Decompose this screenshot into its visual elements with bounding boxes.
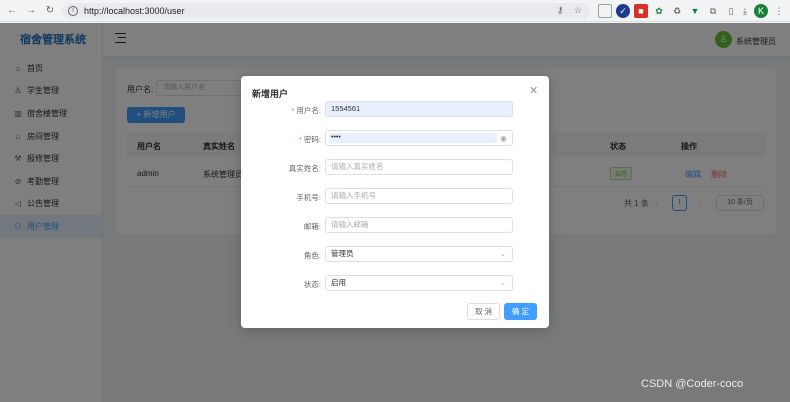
sidebar-panel-icon[interactable]: ▯ — [724, 4, 738, 18]
password-label-text: 密码: — [303, 135, 321, 144]
url-text: http://localhost:3000/user — [84, 6, 185, 16]
extension-gear-icon[interactable]: ✿ — [652, 4, 666, 18]
forward-icon[interactable]: → — [24, 4, 38, 18]
required-mark: * — [291, 106, 295, 115]
extension-red-icon[interactable]: ■ — [634, 4, 648, 18]
chevron-down-icon: ⌄ — [500, 251, 506, 258]
add-user-dialog: 新增用户 ✕ * 用户名: 1554561 * 密码: •••• ◉ 真实姓名: 请… — [241, 76, 549, 328]
extension-recycle-icon[interactable]: ♻ — [670, 4, 684, 18]
address-bar[interactable]: i http://localhost:3000/user ⚷ ☆ — [62, 3, 590, 19]
key-icon[interactable]: ⚷ — [557, 5, 564, 15]
email-label: 邮箱: — [303, 222, 321, 231]
close-icon[interactable]: ✕ — [529, 84, 538, 97]
extension-check-icon[interactable]: ✓ — [616, 4, 630, 18]
cancel-button[interactable]: 取 消 — [467, 303, 500, 320]
extension-icon[interactable] — [598, 4, 612, 18]
form-row-role: 角色: 管理员 ⌄ — [241, 246, 549, 262]
form-row-username: * 用户名: 1554561 — [241, 101, 549, 117]
more-icon[interactable]: ⋮ — [772, 4, 786, 18]
form-row-realname: 真实姓名: 请输入真实姓名 — [241, 159, 549, 175]
password-value: •••• — [329, 133, 497, 143]
username-label: * 用户名: — [291, 105, 321, 116]
watermark: CSDN @Coder-coco — [641, 378, 744, 390]
status-select[interactable]: 启用 ⌄ — [325, 275, 513, 291]
realname-label: 真实姓名: — [288, 164, 321, 173]
role-label: 角色: — [303, 251, 321, 260]
dialog-title: 新增用户 — [252, 89, 289, 99]
chevron-down-icon: ⌄ — [500, 280, 506, 287]
browser-toolbar: ← → ↻ i http://localhost:3000/user ⚷ ☆ ✓… — [0, 0, 790, 22]
download-icon[interactable]: ⤓ — [738, 4, 752, 18]
form-row-status: 状态: 启用 ⌄ — [241, 275, 549, 291]
email-field[interactable]: 请输入邮箱 — [325, 217, 513, 233]
status-label: 状态: — [303, 280, 321, 289]
omnibox-actions: ⚷ ☆ — [549, 5, 582, 16]
form-row-password: * 密码: •••• ◉ — [241, 130, 549, 146]
star-icon[interactable]: ☆ — [574, 5, 582, 15]
confirm-button[interactable]: 确 定 — [504, 303, 537, 320]
site-info-icon[interactable]: i — [68, 6, 78, 16]
username-field[interactable]: 1554561 — [325, 101, 513, 117]
role-value: 管理员 — [331, 249, 354, 258]
password-field[interactable]: •••• ◉ — [325, 130, 513, 146]
back-icon[interactable]: ← — [5, 4, 19, 18]
profile-avatar[interactable]: K — [754, 4, 768, 18]
realname-field[interactable]: 请输入真实姓名 — [325, 159, 513, 175]
role-select[interactable]: 管理员 ⌄ — [325, 246, 513, 262]
phone-field[interactable]: 请输入手机号 — [325, 188, 513, 204]
password-label: * 密码: — [299, 134, 321, 145]
username-label-text: 用户名: — [296, 106, 321, 115]
phone-label: 手机号: — [296, 193, 321, 202]
eye-icon[interactable]: ◉ — [500, 132, 507, 146]
reload-icon[interactable]: ↻ — [43, 4, 57, 18]
form-row-email: 邮箱: 请输入邮箱 — [241, 217, 549, 233]
puzzle-icon[interactable]: ⧉ — [706, 4, 720, 18]
status-value: 启用 — [331, 278, 346, 287]
required-mark: * — [298, 135, 302, 144]
vue-devtools-icon[interactable]: ▼ — [688, 4, 702, 18]
form-row-phone: 手机号: 请输入手机号 — [241, 188, 549, 204]
